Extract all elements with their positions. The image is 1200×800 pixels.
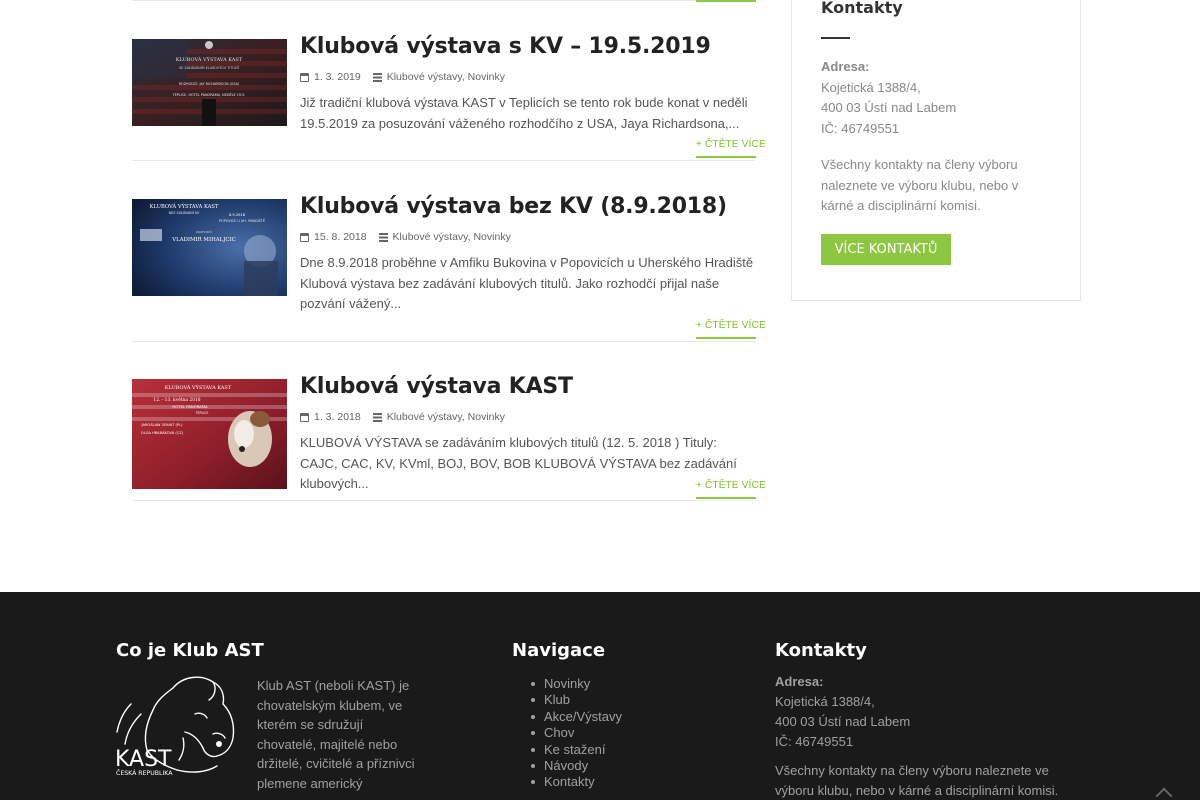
scroll-top-icon[interactable] [1155,787,1173,800]
footer-contact-note: Všechny kontakty na členy výboru nalezne… [775,763,1059,798]
list-icon [372,72,382,82]
thumb-text: VLADIMIR MIHALJCIC [171,237,236,243]
thumb-text: TEPLICE [195,411,209,415]
post-thumbnail[interactable]: KLUBOVÁ VÝSTAVA KAST 12. - 13. května 20… [132,379,287,489]
post-divider [132,160,755,161]
address-line: Kojetická 1388/4, [775,694,875,709]
post-categories[interactable]: Klubové výstavy, Novinky [393,231,511,243]
thumb-text: POPOVICE U UH. HRADIŠTĚ [219,218,265,223]
post-body: Klubová výstava bez KV (8.9.2018) 15. 8.… [300,193,756,315]
post-meta: 15. 8. 2018 Klubové výstavy, Novinky [300,230,756,244]
footer-nav-item[interactable]: Chov [530,725,622,741]
address-label: Adresa: [821,59,870,74]
main-content: KLUBOVÁ VÝSTAVA KAST SE ZADÁVÁNÍM KLUBOV… [0,0,1200,592]
more-contacts-button[interactable]: VÍCE KONTAKTŮ [821,234,951,265]
post-divider [132,500,755,501]
footer-about-text: Klub AST (neboli KAST) je chovatelským k… [257,678,415,791]
thumb-text: ROZHODČÍ [196,229,213,234]
thumb-text: OLGA HRABÁKOVÁ (CZ) [141,430,184,435]
footer-nav-item[interactable]: Návody [530,758,622,774]
post-title[interactable]: Klubová výstava KAST [300,373,756,401]
address-line: 400 03 Ústí nad Labem [775,714,911,729]
address-line: Kojetická 1388/4, [821,79,921,95]
footer-nav-list: Novinky Klub Akce/Výstavy Chov Ke stažen… [530,676,622,791]
post-date: 1. 3. 2018 [314,411,361,423]
logo-text: KAST [115,747,172,772]
footer-nav-item[interactable]: Akce/Výstavy [530,709,622,725]
footer-nav-item[interactable]: Ke stažení [530,742,622,758]
address-line: 400 03 Ústí nad Labem [821,100,957,115]
post-date: 1. 3. 2019 [314,71,361,83]
footer-nav-title: Navigace [512,640,606,661]
footer-about-title: Co je Klub AST [116,640,264,661]
thumb-text: TEPLICE, HOTEL PANORAMA, NEDĚLE 19.5. [172,92,246,97]
post-thumbnail[interactable]: KLUBOVÁ VÝSTAVA KAST BEZ ZADÁVÁNÍ KV 8.9… [132,199,287,296]
thumb-text: 12. - 13. května 2018 [153,398,200,403]
list-icon [372,412,382,422]
post-thumbnail-image: KLUBOVÁ VÝSTAVA KAST BEZ ZADÁVÁNÍ KV 8.9… [132,199,287,296]
read-more-link[interactable]: + ČTĚTE VÍCE [696,139,766,158]
post-excerpt: Již tradiční klubová výstava KAST v Tepl… [300,95,748,131]
read-more-link[interactable]: + ČTĚTE VÍCE [696,320,766,339]
thumb-text: ROZHODČÍ: JAY RICHARDSON (USA) [179,81,240,86]
sidebar-title: Kontakty [821,0,903,17]
post-thumbnail-image: KLUBOVÁ VÝSTAVA KAST SE ZADÁVÁNÍM KLUBOV… [132,39,287,126]
post-thumbnail-image: KLUBOVÁ VÝSTAVA KAST 12. - 13. května 20… [132,379,287,489]
read-more-link[interactable]: + ČTĚTE VÍCE [696,480,766,499]
kast-logo: KAST ČESKÁ REPUBLIKA [113,674,238,784]
address-label: Adresa: [775,674,824,689]
post-excerpt: KLUBOVÁ VÝSTAVA se zadáváním klubových t… [300,435,737,491]
thumb-text: 8.9.2018 [229,213,246,217]
post-divider [132,0,696,1]
thumb-text: KLUBOVÁ VÝSTAVA KAST [176,56,243,63]
thumb-text: HOTEL PANORAMA [172,404,208,409]
post-title[interactable]: Klubová výstava bez KV (8.9.2018) [300,193,756,221]
company-id: IČ: 46749551 [821,120,900,136]
sidebar-contacts-widget: Kontakty Adresa: Kojetická 1388/4, 400 0… [791,0,1081,301]
calendar-icon [300,232,309,242]
footer: Co je Klub AST KAST ČESKÁ REPUBLIKA Klub… [0,592,1200,800]
company-id: IČ: 46749551 [775,734,854,749]
thumb-text: BEZ ZADÁVÁNÍ KV [169,210,200,215]
footer-nav-item[interactable]: Klub [530,692,622,708]
sidebar-address: Adresa: Kojetická 1388/4, 400 03 Ústí na… [821,57,1051,217]
footer-nav-item[interactable]: Novinky [530,676,622,692]
thumb-text: KLUBOVÁ VÝSTAVA KAST [165,384,232,391]
dog-logo-icon: KAST ČESKÁ REPUBLIKA [115,676,235,777]
thumb-text: KLUBOVÁ VÝSTAVA KAST [150,203,219,210]
post-excerpt: Dne 8.9.2018 proběhne v Amfiku Bukovina … [300,255,754,311]
post-body: Klubová výstava KAST 1. 3. 2018 Klubové … [300,373,756,495]
post-title[interactable]: Klubová výstava s KV – 19.5.2019 [300,33,756,61]
footer-contact-title: Kontakty [775,640,867,661]
read-more-underline [696,0,756,2]
post-meta: 1. 3. 2019 Klubové výstavy, Novinky [300,70,756,84]
footer-contact: Adresa: Kojetická 1388/4, 400 03 Ústí na… [775,672,1075,800]
post-categories[interactable]: Klubové výstavy, Novinky [387,71,505,83]
sidebar-note: Všechny kontakty na členy výboru nalezne… [821,157,1019,213]
post-thumbnail[interactable]: KLUBOVÁ VÝSTAVA KAST SE ZADÁVÁNÍM KLUBOV… [132,39,287,126]
thumb-text: JAROSLAW GRUNT (PL) [140,423,183,427]
calendar-icon [300,412,309,422]
post-date: 15. 8. 2018 [314,231,367,243]
list-icon [378,232,388,242]
thumb-text: SE ZADÁVÁNÍM KLUBOVÝCH TITULŮ [179,65,239,70]
footer-nav-item[interactable]: Kontakty [530,774,622,790]
post-categories[interactable]: Klubové výstavy, Novinky [387,411,505,423]
post-body: Klubová výstava s KV – 19.5.2019 1. 3. 2… [300,33,756,134]
post-meta: 1. 3. 2018 Klubové výstavy, Novinky [300,410,756,424]
calendar-icon [300,72,309,82]
sidebar-title-underline [821,37,850,39]
logo-subtext: ČESKÁ REPUBLIKA [116,768,173,777]
post-divider [132,341,755,342]
